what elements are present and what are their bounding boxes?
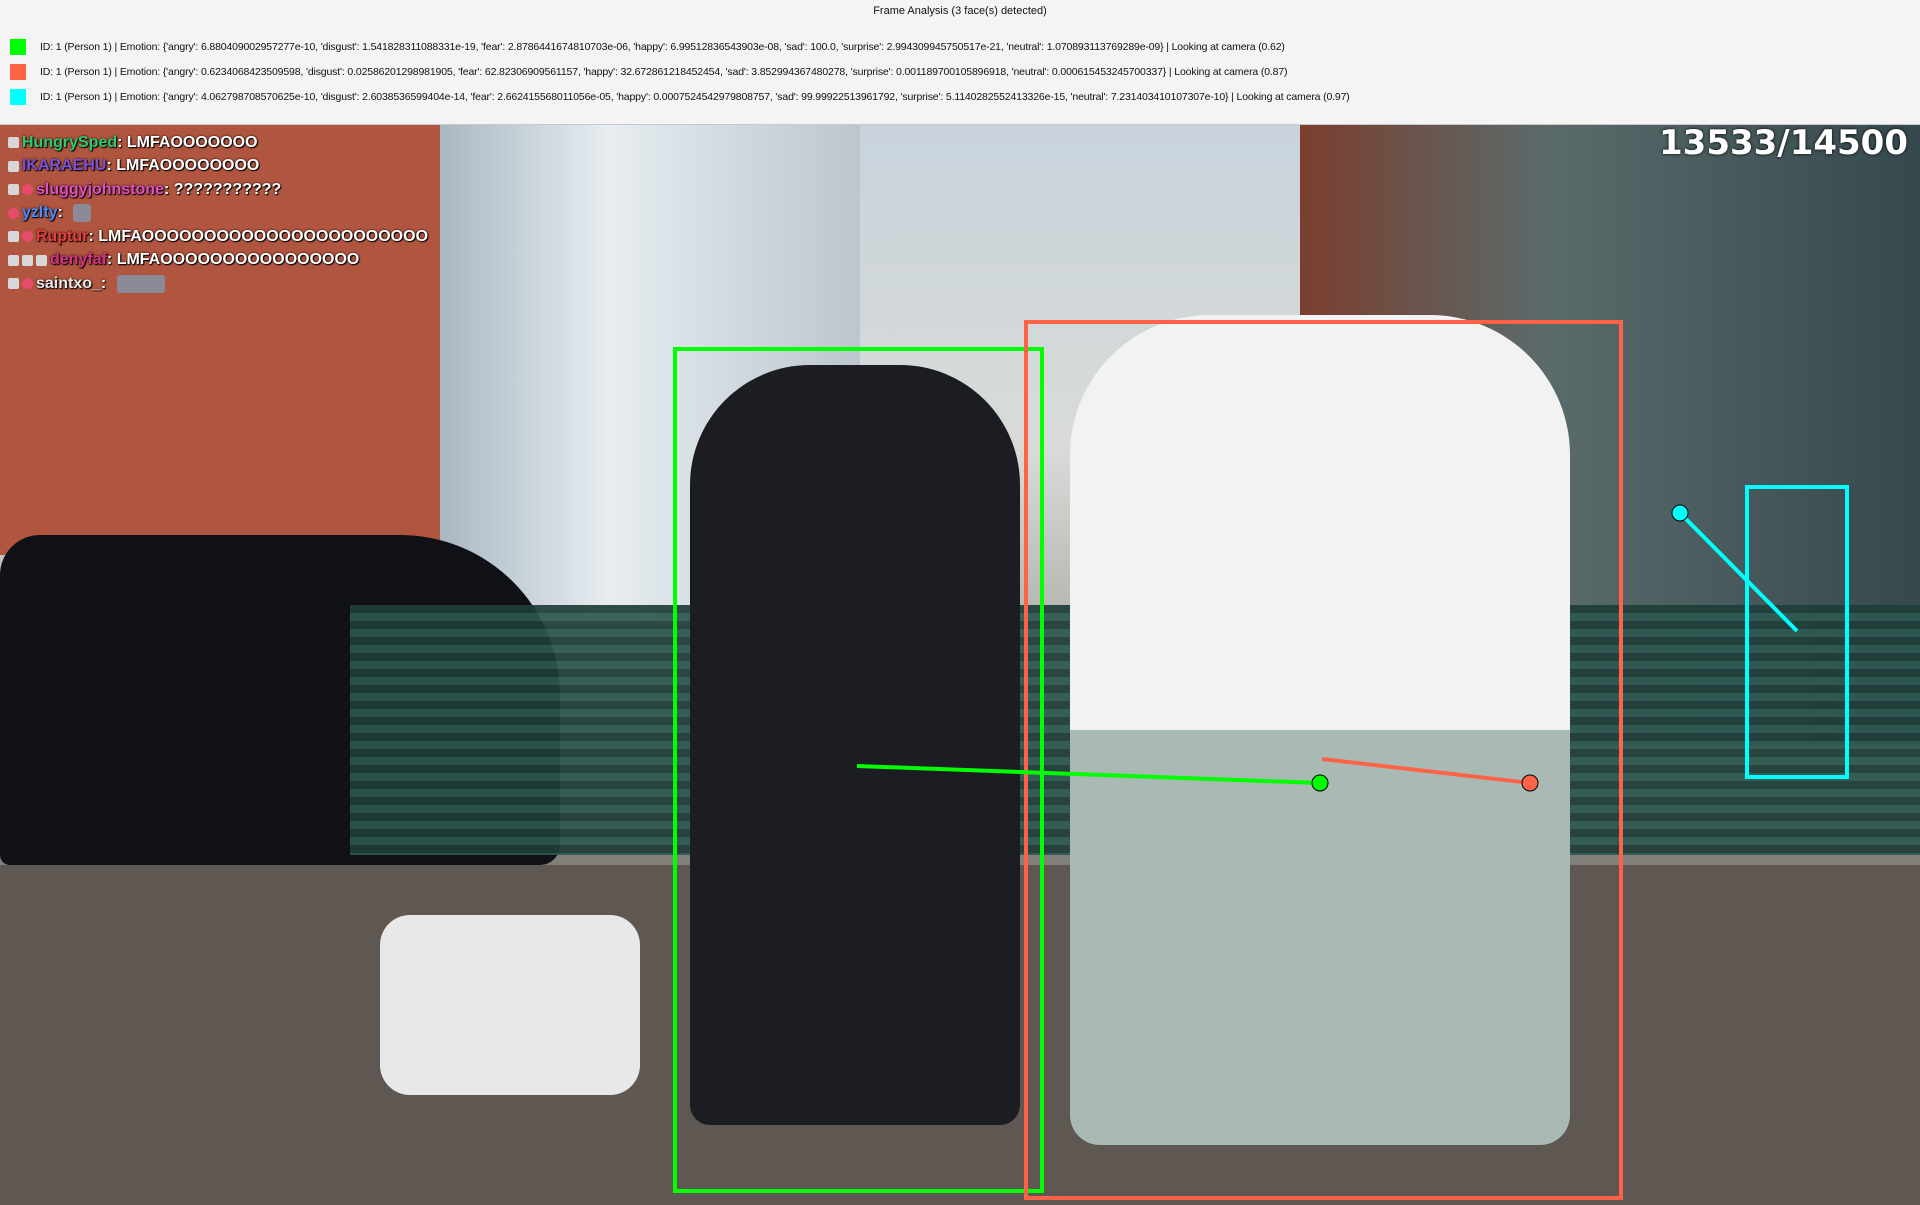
chat-username: IKARAEHU xyxy=(22,157,107,175)
emote-icon xyxy=(73,204,92,223)
face-legend-row: ID: 1 (Person 1) | Emotion: {'angry': 0.… xyxy=(10,62,1288,82)
heart-badge-icon xyxy=(22,278,33,290)
chat-badge-icon xyxy=(8,184,19,196)
chat-badge-icon xyxy=(8,231,19,243)
chat-username: sluggyjohnstone xyxy=(36,180,164,198)
chat-overlay: HungrySped: LMFAOOOOOOO IKARAEHU: LMFAOO… xyxy=(8,131,448,296)
chat-message: yzlty: xyxy=(8,202,448,226)
chat-message: denyfaf: LMFAOOOOOOOOOOOOOOOO xyxy=(8,249,448,273)
chat-username: yzlty xyxy=(22,204,58,222)
chat-username: Ruptur xyxy=(36,227,89,245)
gaze-line-orange xyxy=(1321,757,1531,785)
face-legend-row: ID: 1 (Person 1) | Emotion: {'angry': 6.… xyxy=(10,37,1285,57)
chat-text: LMFAOOOOOOOOOOOOOOOO xyxy=(116,251,360,269)
chat-message: IKARAEHU: LMFAOOOOOOOO xyxy=(8,155,448,179)
chat-message: sluggyjohnstone: ??????????? xyxy=(8,178,448,202)
chat-badge-icon xyxy=(22,254,33,266)
chat-username: denyfaf xyxy=(50,251,107,269)
window-title: Frame Analysis (3 face(s) detected) xyxy=(873,5,1047,17)
chat-badge-icon xyxy=(8,254,19,266)
gaze-point-cyan xyxy=(1671,504,1689,522)
chat-badge-icon xyxy=(8,278,19,290)
emote-icon xyxy=(116,274,165,293)
gaze-point-orange xyxy=(1521,774,1539,792)
chat-message: Ruptur: LMFAOOOOOOOOOOOOOOOOOOOOOOO xyxy=(8,225,448,249)
heart-badge-icon xyxy=(8,207,19,219)
color-swatch-orange xyxy=(10,64,26,80)
frame-counter: 13533/14500 xyxy=(1659,125,1908,163)
chat-text: LMFAOOOOOOO xyxy=(126,133,258,151)
chat-badge-icon xyxy=(36,254,47,266)
color-swatch-cyan xyxy=(10,89,26,105)
chat-text: LMFAOOOOOOOOOOOOOOOOOOOOOOO xyxy=(98,227,429,245)
face-emotion-text: ID: 1 (Person 1) | Emotion: {'angry': 0.… xyxy=(40,66,1288,78)
chat-badge-icon xyxy=(8,137,19,149)
gaze-line-green xyxy=(856,764,1321,785)
chat-badge-icon xyxy=(8,160,19,172)
chat-text: LMFAOOOOOOOO xyxy=(116,157,260,175)
analysis-header: Frame Analysis (3 face(s) detected) ID: … xyxy=(0,0,1920,125)
gaze-point-green xyxy=(1311,774,1329,792)
chat-message: HungrySped: LMFAOOOOOOO xyxy=(8,131,448,155)
face-legend-row: ID: 1 (Person 1) | Emotion: {'angry': 4.… xyxy=(10,87,1350,107)
chat-username: HungrySped xyxy=(22,133,118,151)
video-frame: 13533/14500 HungrySped: LMFAOOOOOOO IKAR… xyxy=(0,125,1920,1205)
face-emotion-text: ID: 1 (Person 1) | Emotion: {'angry': 6.… xyxy=(40,41,1285,53)
gaze-line-cyan xyxy=(1678,511,1799,633)
face-emotion-text: ID: 1 (Person 1) | Emotion: {'angry': 4.… xyxy=(40,91,1350,103)
chat-text: ??????????? xyxy=(173,180,282,198)
heart-badge-icon xyxy=(22,231,33,243)
chat-username: saintxo_ xyxy=(36,274,101,292)
chat-message: saintxo_: xyxy=(8,272,448,296)
heart-badge-icon xyxy=(22,184,33,196)
color-swatch-green xyxy=(10,39,26,55)
